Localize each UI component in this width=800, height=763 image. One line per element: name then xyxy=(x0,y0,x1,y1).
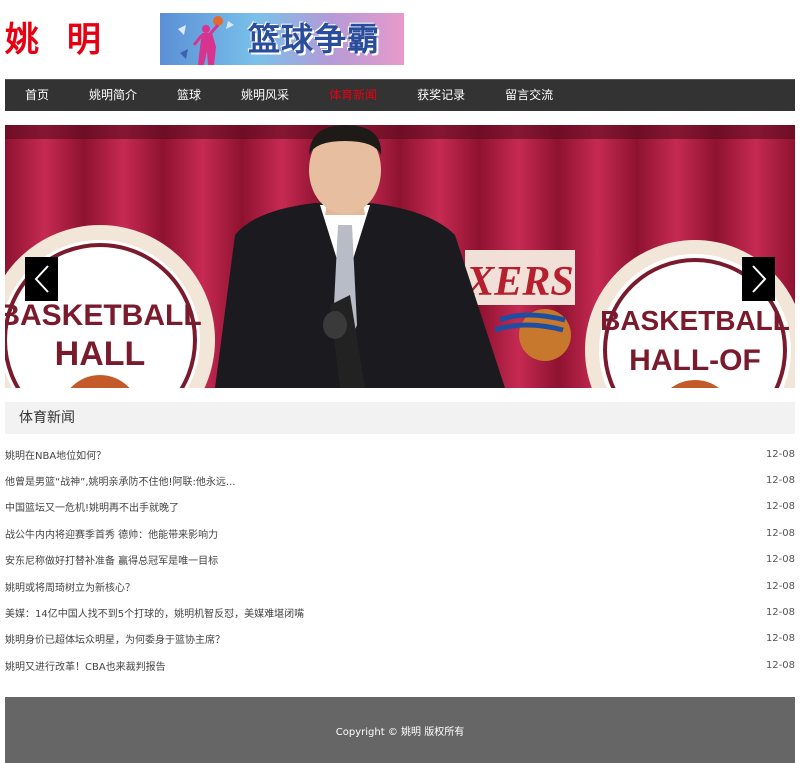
nav-item-basketball[interactable]: 篮球 xyxy=(177,80,201,111)
svg-text:XERS: XERS xyxy=(464,259,573,305)
svg-text:HALL-OF: HALL-OF xyxy=(629,344,761,377)
slider-prev-button[interactable] xyxy=(25,257,58,301)
list-item: 姚明在NBA地位如何？ 12-08 xyxy=(5,441,795,467)
nav-item-profile[interactable]: 姚明简介 xyxy=(89,80,137,111)
site-footer: Copyright © 姚明 版权所有 xyxy=(5,697,795,763)
site-header: 姚 明 篮球争霸 xyxy=(0,0,800,79)
news-date: 12-08 xyxy=(765,633,795,645)
svg-text:BASKETBALL: BASKETBALL xyxy=(5,299,202,332)
news-title-link[interactable]: 战公牛内内将迎赛季首秀 德帅：他能带来影响力 xyxy=(5,526,218,541)
news-title-link[interactable]: 姚明在NBA地位如何？ xyxy=(5,447,106,462)
svg-text:HALL: HALL xyxy=(55,335,146,373)
news-title-link[interactable]: 他曾是男篮“战神”,姚明亲承防不住他!阿联:他永远... xyxy=(5,473,235,488)
site-logo[interactable]: 姚 明 xyxy=(5,18,109,62)
slider-next-button[interactable] xyxy=(742,257,775,301)
news-title-link[interactable]: 美媒：14亿中国人找不到5个打球的，姚明机智反怼，美媒难堪闭嘴 xyxy=(5,605,304,620)
list-item: 安东尼称做好打替补准备 赢得总冠军是唯一目标 12-08 xyxy=(5,547,795,573)
list-item: 姚明又进行改革！CBA也来裁判报告 12-08 xyxy=(5,652,795,678)
news-date: 12-08 xyxy=(765,607,795,619)
news-title-link[interactable]: 中国篮坛又一危机!姚明再不出手就晚了 xyxy=(5,499,179,514)
news-date: 12-08 xyxy=(765,527,795,539)
list-item: 中国篮坛又一危机!姚明再不出手就晚了 12-08 xyxy=(5,494,795,520)
news-section-header: 体育新闻 xyxy=(5,402,795,434)
header-banner: 篮球争霸 xyxy=(160,13,404,65)
nav-item-messages[interactable]: 留言交流 xyxy=(505,80,553,111)
basketball-player-icon xyxy=(178,16,234,65)
list-item: 美媒：14亿中国人找不到5个打球的，姚明机智反怼，美媒难堪闭嘴 12-08 xyxy=(5,599,795,625)
news-title-link[interactable]: 安东尼称做好打替补准备 赢得总冠军是唯一目标 xyxy=(5,552,218,567)
news-date: 12-08 xyxy=(765,501,795,513)
news-list: 姚明在NBA地位如何？ 12-08 他曾是男篮“战神”,姚明亲承防不住他!阿联:他… xyxy=(5,441,795,679)
chevron-left-icon xyxy=(34,265,49,293)
news-date: 12-08 xyxy=(765,448,795,460)
hero-slider[interactable]: BASKETBALL HALL XERS BASKETBALL HALL-OF xyxy=(5,125,795,388)
svg-text:BASKETBALL: BASKETBALL xyxy=(600,305,790,336)
news-title-link[interactable]: 姚明或将周琦树立为新核心？ xyxy=(5,579,135,594)
list-item: 战公牛内内将迎赛季首秀 德帅：他能带来影响力 12-08 xyxy=(5,520,795,546)
news-date: 12-08 xyxy=(765,554,795,566)
news-date: 12-08 xyxy=(765,580,795,592)
news-date: 12-08 xyxy=(765,659,795,671)
nav-item-home[interactable]: 首页 xyxy=(25,80,49,111)
section-title: 体育新闻 xyxy=(19,410,75,426)
news-date: 12-08 xyxy=(765,475,795,487)
hero-image: BASKETBALL HALL XERS BASKETBALL HALL-OF xyxy=(5,125,795,388)
nav-item-gallery[interactable]: 姚明风采 xyxy=(241,80,289,111)
chevron-right-icon xyxy=(751,265,766,293)
news-title-link[interactable]: 姚明又进行改革！CBA也来裁判报告 xyxy=(5,658,166,673)
list-item: 他曾是男篮“战神”,姚明亲承防不住他!阿联:他永远... 12-08 xyxy=(5,467,795,493)
news-title-link[interactable]: 姚明身价已超体坛众明星，为何委身于篮协主席？ xyxy=(5,631,225,646)
list-item: 姚明身价已超体坛众明星，为何委身于篮协主席？ 12-08 xyxy=(5,626,795,652)
nav-item-sports-news[interactable]: 体育新闻 xyxy=(329,80,377,111)
banner-title: 篮球争霸 xyxy=(248,20,381,58)
copyright-text: Copyright © 姚明 版权所有 xyxy=(335,726,465,738)
main-nav: 首页 姚明简介 篮球 姚明风采 体育新闻 获奖记录 留言交流 xyxy=(5,79,795,111)
list-item: 姚明或将周琦树立为新核心？ 12-08 xyxy=(5,573,795,599)
nav-item-awards[interactable]: 获奖记录 xyxy=(417,80,465,111)
